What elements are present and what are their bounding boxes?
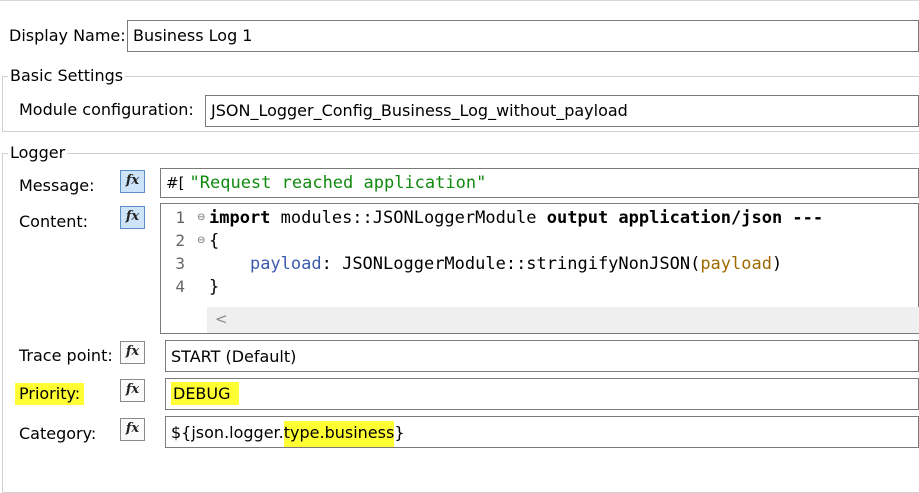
code-area[interactable]: import modules::JSONLoggerModule output … bbox=[209, 207, 914, 302]
message-prefix: #[ bbox=[166, 174, 185, 192]
category-value-highlight: type.business bbox=[283, 421, 395, 447]
horizontal-scrollbar[interactable]: < bbox=[207, 307, 919, 333]
module-config-input[interactable]: JSON_Logger_Config_Business_Log_without_… bbox=[205, 95, 919, 127]
logger-title: Logger bbox=[8, 143, 68, 163]
code-line-2: { bbox=[209, 231, 220, 251]
fold-toggle-icon[interactable]: ⊖ bbox=[197, 235, 205, 246]
fold-toggle-icon[interactable]: ⊖ bbox=[197, 212, 205, 223]
priority-fx-toggle[interactable]: fx bbox=[120, 379, 145, 402]
trace-point-label: Trace point: bbox=[19, 346, 113, 365]
category-value-prefix: ${json.logger. bbox=[171, 423, 284, 442]
line-number: 3 bbox=[175, 254, 185, 273]
priority-label: Priority: bbox=[15, 383, 85, 405]
scroll-left-arrow-icon[interactable]: < bbox=[215, 310, 228, 328]
display-name-value: Business Log 1 bbox=[133, 26, 253, 45]
module-config-label: Module configuration: bbox=[19, 100, 194, 119]
code-line-3: payload: JSONLoggerModule::stringifyNonJ… bbox=[249, 254, 783, 274]
trace-point-select[interactable]: START (Default) bbox=[165, 340, 919, 372]
basic-settings-title: Basic Settings bbox=[8, 66, 126, 86]
code-line-4: } bbox=[209, 277, 220, 297]
display-name-label: Display Name: bbox=[9, 26, 126, 45]
code-line-1: import modules::JSONLoggerModule output … bbox=[209, 208, 824, 228]
trace-point-fx-toggle[interactable]: fx bbox=[120, 341, 145, 364]
top-divider bbox=[0, 0, 919, 1]
line-number: 2 bbox=[175, 231, 185, 250]
priority-select[interactable]: DEBUG bbox=[165, 378, 919, 410]
content-code-editor[interactable]: 1 ⊖ 2 ⊖ 3 4 import modules::JSONLoggerMo… bbox=[160, 203, 919, 334]
trace-point-value: START (Default) bbox=[171, 347, 297, 366]
category-fx-toggle[interactable]: fx bbox=[120, 418, 145, 441]
content-label: Content: bbox=[19, 212, 89, 231]
content-fx-toggle[interactable]: fx bbox=[120, 206, 145, 229]
line-number: 1 bbox=[175, 208, 185, 227]
line-number: 4 bbox=[175, 277, 185, 296]
display-name-input[interactable]: Business Log 1 bbox=[127, 20, 919, 52]
category-value-suffix: } bbox=[394, 423, 405, 442]
message-fx-toggle[interactable]: fx bbox=[120, 170, 145, 193]
message-expression-input[interactable]: #[ "Request reached application" bbox=[160, 168, 919, 198]
message-label: Message: bbox=[19, 176, 95, 195]
priority-value: DEBUG bbox=[171, 382, 239, 405]
module-config-value: JSON_Logger_Config_Business_Log_without_… bbox=[211, 101, 628, 120]
category-input[interactable]: ${json.logger.type.business} bbox=[165, 416, 919, 448]
message-value: "Request reached application" bbox=[189, 173, 487, 193]
category-label: Category: bbox=[19, 424, 97, 443]
